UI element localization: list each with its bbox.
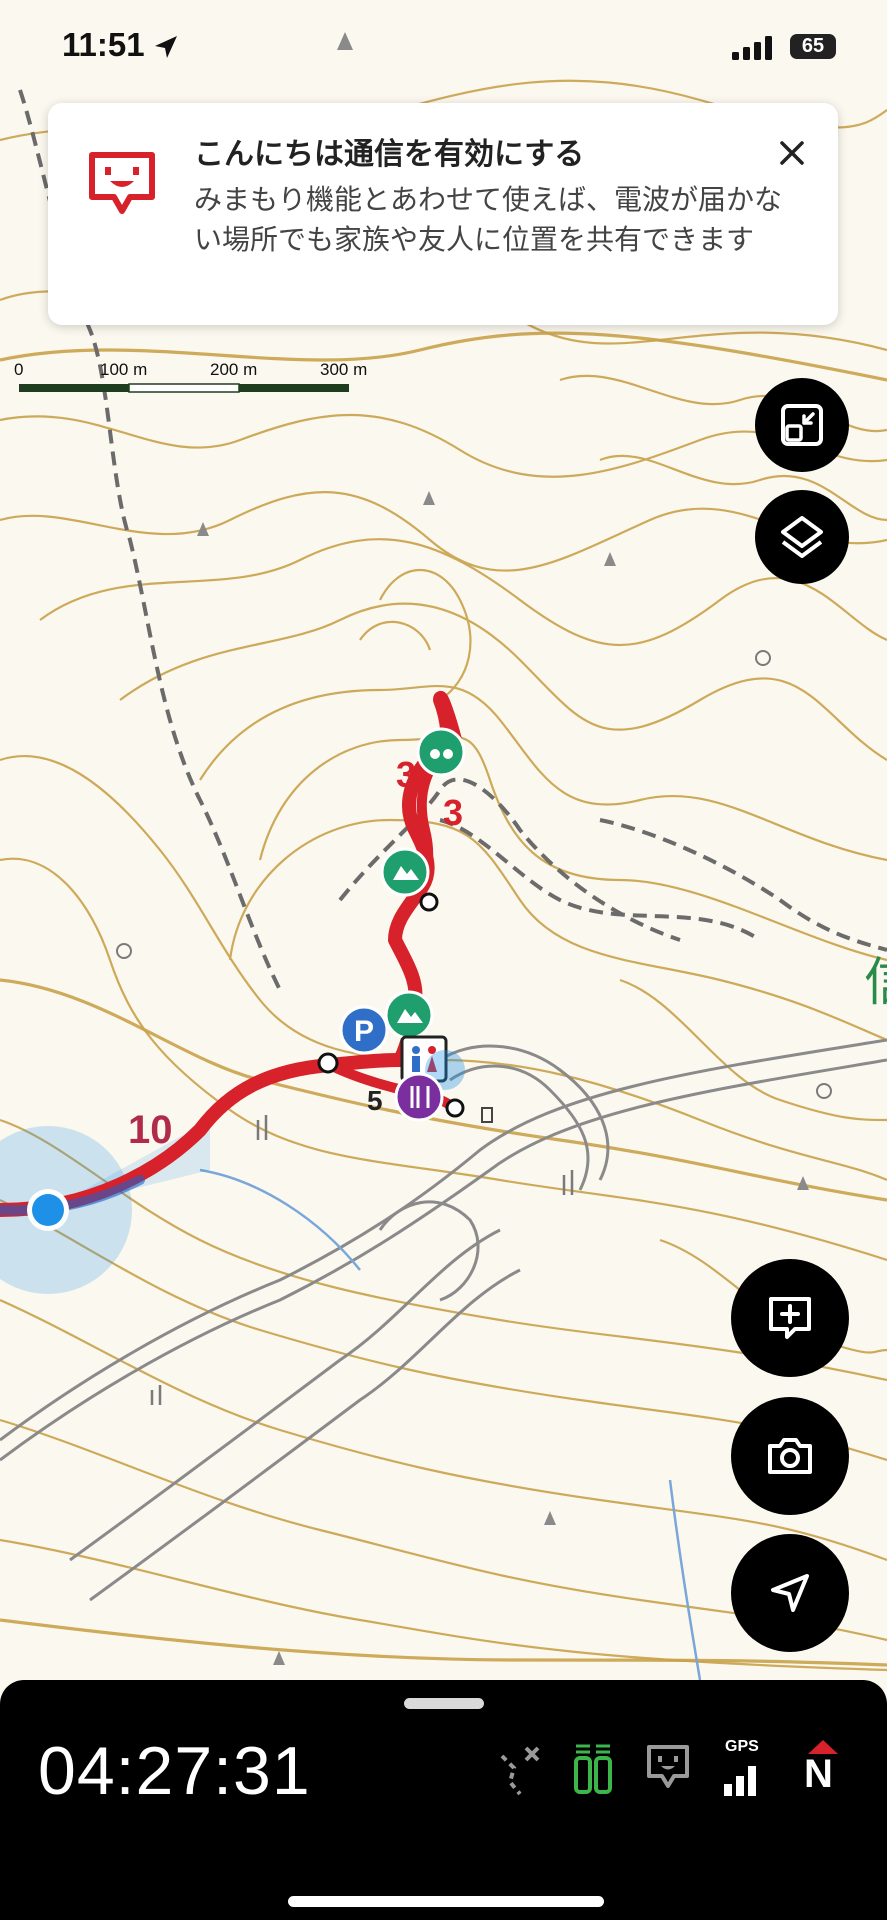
battery-indicator: 65 bbox=[790, 34, 836, 59]
scale-bar-line bbox=[19, 383, 349, 393]
status-time: 11:51 bbox=[62, 26, 145, 63]
scale-label-0: 0 bbox=[14, 360, 24, 379]
north-label: N bbox=[804, 1752, 833, 1796]
status-bar: 11:51 65 bbox=[0, 0, 887, 100]
scale-label-100: 100 m bbox=[100, 360, 148, 379]
location-arrow-icon bbox=[155, 36, 177, 58]
route-label-3a: 3 bbox=[396, 754, 417, 795]
elapsed-timer: 04:27:31 bbox=[38, 1733, 311, 1809]
camera-icon bbox=[768, 1438, 812, 1474]
konnichiwa-status-icon[interactable] bbox=[644, 1742, 692, 1794]
current-location-icon bbox=[771, 1574, 809, 1612]
konnichiwa-icon bbox=[89, 152, 155, 214]
current-location-button[interactable] bbox=[731, 1534, 849, 1652]
route-off-icon[interactable] bbox=[494, 1742, 544, 1798]
layers-icon bbox=[781, 516, 823, 558]
route-label-3b: 3 bbox=[443, 792, 464, 833]
fit-route-icon bbox=[781, 404, 823, 446]
svg-text:信: 信 bbox=[864, 953, 887, 1013]
banner-body: みまもり機能とあわせて使えば、電波が届かない場所でも家族や友人に位置を共有できま… bbox=[194, 183, 783, 256]
fit-route-button[interactable] bbox=[755, 378, 849, 472]
cellular-signal-icon bbox=[732, 36, 772, 60]
konnichiwa-banner[interactable]: こんにちは通信を有効にする みまもり機能とあわせて使えば、電波が届かない場所でも… bbox=[48, 103, 838, 325]
home-indicator[interactable] bbox=[288, 1896, 604, 1907]
add-memo-button[interactable] bbox=[731, 1259, 849, 1377]
battery-saver-icon[interactable] bbox=[570, 1742, 616, 1798]
gps-signal-icon[interactable] bbox=[722, 1760, 764, 1796]
route-label-10: 10 bbox=[128, 1108, 173, 1152]
banner-title: こんにちは通信を有効にする bbox=[194, 137, 585, 172]
scale-label-200: 200 m bbox=[210, 360, 258, 379]
scale-label-300: 300 m bbox=[320, 360, 368, 379]
scale-bar: 0 100 m 200 m 300 m bbox=[14, 360, 384, 400]
layers-button[interactable] bbox=[755, 490, 849, 584]
camera-button[interactable] bbox=[731, 1397, 849, 1515]
bottom-sheet[interactable]: 04:27:31 GPS N bbox=[0, 1680, 887, 1920]
close-icon[interactable] bbox=[774, 135, 810, 171]
route-label-5: 5 bbox=[367, 1085, 383, 1116]
add-memo-icon bbox=[769, 1297, 811, 1339]
svg-text:P: P bbox=[354, 1015, 374, 1048]
sheet-handle[interactable] bbox=[404, 1698, 484, 1709]
gps-label: GPS bbox=[725, 1738, 759, 1755]
